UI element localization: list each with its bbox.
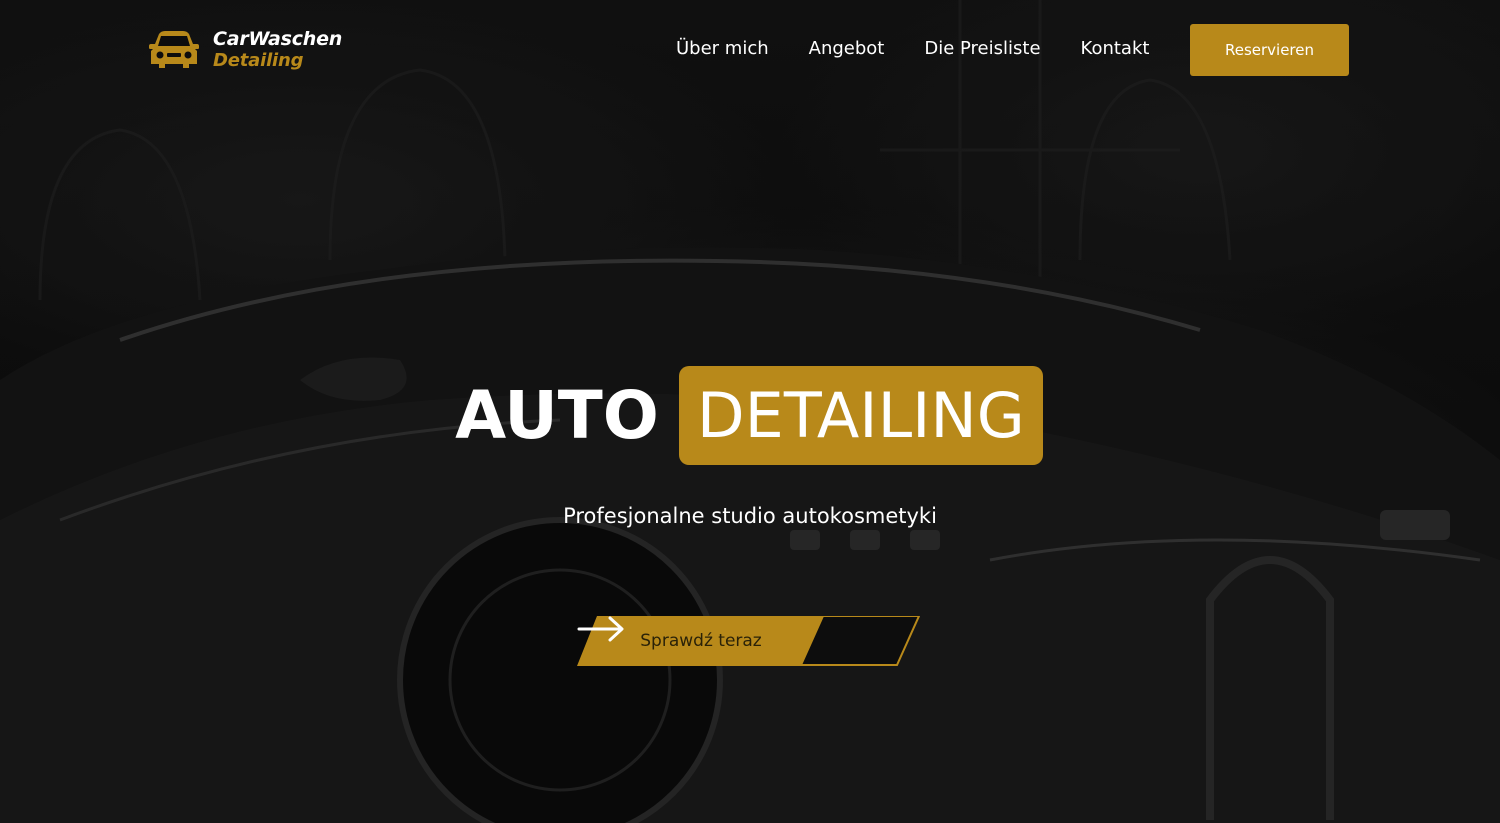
brand-logo[interactable]: CarWaschen Detailing xyxy=(147,28,342,72)
hero-title-highlight: DETAILING xyxy=(678,366,1043,465)
reserve-button[interactable]: Reservieren xyxy=(1190,24,1349,76)
nav-link-kontakt[interactable]: Kontakt xyxy=(1081,38,1150,59)
hero-title: AUTO DETAILING xyxy=(0,366,1500,465)
main-nav: Über mich Angebot Die Preisliste Kontakt xyxy=(676,38,1189,59)
brand-tagline: Detailing xyxy=(213,50,304,71)
car-icon xyxy=(149,31,199,68)
hero-title-plain: AUTO xyxy=(455,377,659,454)
page: CarWaschen Detailing Über mich Angebot D… xyxy=(0,0,1500,823)
nav-link-preisliste[interactable]: Die Preisliste xyxy=(924,38,1040,59)
nav-link-uber-mich[interactable]: Über mich xyxy=(676,38,769,59)
check-now-button[interactable]: Sprawdź teraz xyxy=(577,616,920,666)
nav-link-angebot[interactable]: Angebot xyxy=(809,38,885,59)
hero-subtitle: Profesjonalne studio autokosmetyki xyxy=(563,504,937,528)
check-now-label: Sprawdź teraz xyxy=(640,631,762,651)
brand-name: CarWaschen xyxy=(213,28,343,50)
arrow-right-icon xyxy=(577,616,624,642)
